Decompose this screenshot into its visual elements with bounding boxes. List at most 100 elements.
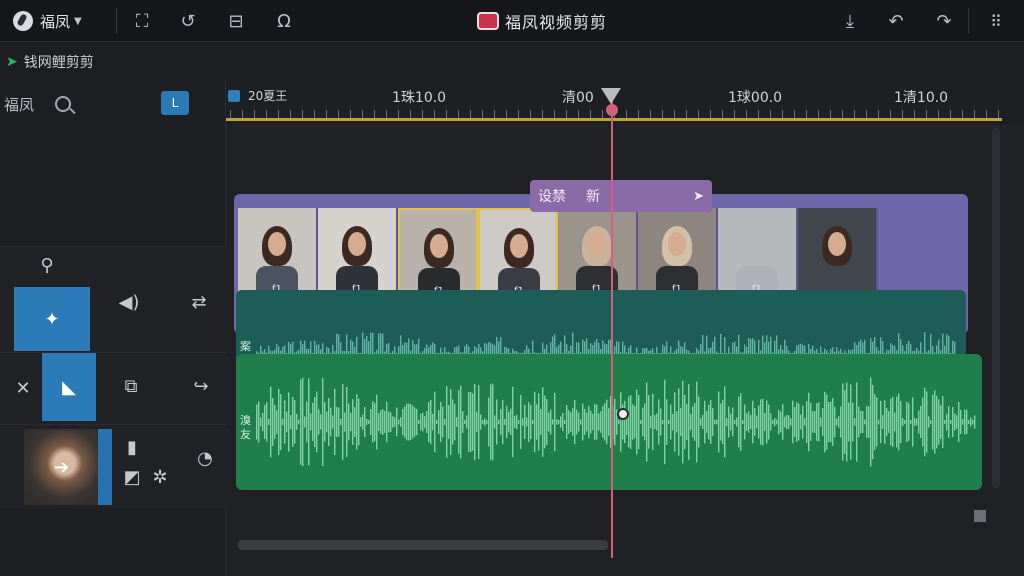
ruler-tick <box>422 110 423 118</box>
playhead-dot <box>606 104 618 116</box>
ruler-tick <box>542 110 543 118</box>
ruler-tick <box>374 110 375 118</box>
app-logo-icon[interactable] <box>10 0 36 42</box>
mask-icon[interactable]: ◩ <box>120 465 144 489</box>
share-icon[interactable]: ↪ <box>186 371 216 401</box>
send-icon[interactable]: ➤ <box>693 189 704 204</box>
ruler-tick <box>866 110 867 118</box>
audio-track-controls: ✕ ◣ ⧉ ↪ <box>0 352 226 424</box>
clip-thumbnail[interactable]: ➔ <box>24 429 98 505</box>
select-tool-button[interactable]: ✦ <box>14 287 90 351</box>
loop-icon[interactable]: ↺ <box>174 0 202 42</box>
pin-icon[interactable]: ⚲ <box>34 253 60 277</box>
ruler-tick <box>302 110 303 118</box>
clip-title-bar[interactable]: 设禁 新 ➤ <box>530 180 712 212</box>
ruler-tick <box>434 110 435 118</box>
ruler-tick <box>854 110 855 118</box>
ruler-tick <box>494 110 495 118</box>
grid-menu-icon[interactable]: ⠿ <box>982 0 1010 42</box>
speed-icon[interactable]: ◔ <box>190 443 220 473</box>
time-label-4: 1清10.0 <box>894 90 949 106</box>
playhead[interactable] <box>611 98 613 558</box>
ruler-tick <box>554 110 555 118</box>
play-icon: ➔ <box>54 457 70 478</box>
vertical-scrollbar[interactable] <box>992 128 1000 488</box>
ruler-tick <box>386 110 387 118</box>
volume-keyframe[interactable] <box>617 408 629 420</box>
save-icon[interactable]: ⊟ <box>222 0 250 42</box>
ruler-tick <box>326 110 327 118</box>
crop-icon[interactable]: ⧉ <box>116 371 146 401</box>
horizontal-scrollbar[interactable] <box>238 540 608 550</box>
audio-waveform-2 <box>256 374 976 470</box>
app-title: 福凤视频剪剪 <box>504 13 607 32</box>
undo-icon[interactable]: ↶ <box>882 0 910 42</box>
bookmark-icon[interactable]: ▮ <box>120 435 144 459</box>
panel-title-text: 钱网鲤剪剪 <box>23 55 94 71</box>
ruler-tick <box>578 110 579 118</box>
redo-icon[interactable]: ↷ <box>930 0 958 42</box>
ruler-tick <box>506 110 507 118</box>
search-row: 福凤 L <box>0 80 226 130</box>
search-label: 福凤 <box>4 96 35 114</box>
chevron-down-icon: ▼ <box>74 15 82 27</box>
ruler-tick <box>446 110 447 118</box>
export-icon[interactable]: ⤓ <box>836 0 864 42</box>
ruler-tick <box>650 110 651 118</box>
ruler-tick <box>926 110 927 118</box>
ruler-tick <box>758 110 759 118</box>
ruler-tick <box>662 110 663 118</box>
ruler-tick <box>470 110 471 118</box>
ruler-tick <box>530 110 531 118</box>
playhead-handle[interactable] <box>601 88 621 104</box>
split-icon[interactable]: ✲ <box>148 465 172 489</box>
ruler-tick <box>290 110 291 118</box>
ruler-tick <box>698 110 699 118</box>
ruler-tick <box>254 110 255 118</box>
project-menu[interactable]: 福凤 ▼ <box>40 0 110 42</box>
ruler-tick <box>674 110 675 118</box>
link-toggle-button[interactable]: L <box>161 91 189 115</box>
ruler-tick <box>410 110 411 118</box>
zoom-corner-icon[interactable] <box>974 510 986 522</box>
project-name: 福凤 <box>40 12 71 31</box>
ruler-tick <box>878 110 879 118</box>
app-badge-icon <box>476 12 499 30</box>
audio-track-2[interactable]: 溴友 <box>236 354 982 490</box>
trim-tool-button[interactable]: ◣ <box>42 353 96 421</box>
ruler-tick <box>806 110 807 118</box>
top-bar: 福凤 ▼ ⛶ ↺ ⊟ Ω 福凤视频剪剪 ⤓ ↶ ↷ ⠿ <box>0 0 1024 42</box>
ruler-tick <box>626 110 627 118</box>
ruler-tick <box>278 110 279 118</box>
ruler-tick <box>890 110 891 118</box>
ruler-tick <box>518 110 519 118</box>
ruler-tick <box>902 110 903 118</box>
ruler-tick <box>830 110 831 118</box>
timeline-area[interactable]: 20夏王 1珠10.0 清00 1球00.0 1清10.0 设禁 新 ➤ f1 … <box>226 80 1024 576</box>
ruler-tick <box>314 110 315 118</box>
ruler-tick <box>794 110 795 118</box>
ruler-marker-icon <box>228 90 240 102</box>
swap-icon[interactable]: ⇄ <box>184 287 214 317</box>
time-ruler[interactable]: 20夏王 1珠10.0 清00 1球00.0 1清10.0 <box>226 80 1024 124</box>
ruler-start-label: 20夏王 <box>248 89 288 103</box>
selection-strip <box>98 429 112 505</box>
ruler-tick <box>230 110 231 118</box>
fit-icon[interactable]: ⛶ <box>128 0 156 42</box>
video-track-controls: ⚲ ✦ ◀) ⇄ <box>0 246 226 352</box>
clip-preview-controls: ➔ ▮ ◩ ✲ ◔ <box>0 424 226 508</box>
ruler-tick <box>566 110 567 118</box>
ruler-tick <box>938 110 939 118</box>
search-icon[interactable] <box>55 96 71 112</box>
omega-icon[interactable]: Ω <box>270 0 298 42</box>
ruler-tick <box>602 110 603 118</box>
ruler-tick <box>998 110 999 118</box>
ruler-tick <box>770 110 771 118</box>
ruler-tick <box>266 110 267 118</box>
ruler-tick <box>362 110 363 118</box>
ruler-tick <box>782 110 783 118</box>
clip-title-a: 设禁 <box>538 189 566 205</box>
ruler-tick <box>638 110 639 118</box>
speaker-icon[interactable]: ◀) <box>114 287 144 317</box>
close-icon[interactable]: ✕ <box>8 373 38 403</box>
